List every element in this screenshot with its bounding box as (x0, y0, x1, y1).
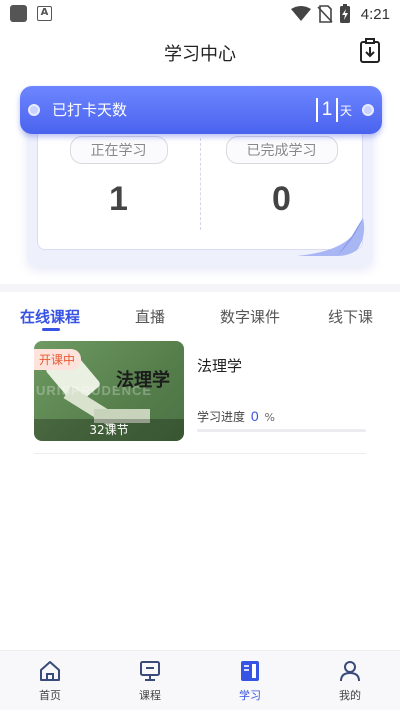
notification-square-icon (10, 5, 27, 22)
stat-studying-value: 1 (109, 180, 128, 218)
battery-charging-icon (339, 4, 350, 23)
progress-label: 学习进度 (197, 410, 246, 424)
course-list-item[interactable]: URISPRUDENCE 法理学 开课中 32课节 法理学 学习进度 0 % (34, 341, 366, 441)
course-tabs: 在线课程 直播 数字课件 线下课 (0, 298, 400, 338)
course-monitor-icon (140, 661, 160, 681)
status-icons: 4:21 (290, 4, 390, 24)
nav-item-courses[interactable]: 课程 (120, 659, 180, 703)
tab-digital-courseware[interactable]: 数字课件 (220, 306, 280, 327)
stat-completed-value: 0 (272, 180, 291, 218)
app-a-icon: A (37, 6, 52, 21)
stat-studying-label: 正在学习 (69, 136, 168, 164)
checkin-card: 正在学习 1 已完成学习 0 已打卡天数 1 天 (20, 86, 382, 276)
wifi-icon (290, 6, 311, 21)
stat-completed-label: 已完成学习 (225, 136, 338, 164)
page-curl-decoration (297, 218, 365, 256)
nav-item-home[interactable]: 首页 (20, 659, 80, 703)
course-name: 法理学 (197, 357, 243, 375)
tab-offline-courses[interactable]: 线下课 (328, 306, 373, 327)
status-bar: A 4:21 (0, 0, 400, 28)
download-icon[interactable] (358, 38, 382, 64)
nav-item-study[interactable]: 学习 (220, 659, 280, 703)
app-header: 学习中心 (0, 32, 400, 72)
nav-label-courses: 课程 (139, 689, 161, 702)
thumbnail-title: 法理学 (116, 370, 170, 391)
stat-completed[interactable]: 已完成学习 0 (200, 136, 363, 219)
home-icon (40, 661, 60, 681)
study-book-icon (241, 661, 259, 681)
course-thumbnail: URISPRUDENCE 法理学 开课中 32课节 (34, 341, 184, 441)
tab-online-courses[interactable]: 在线课程 (20, 306, 80, 327)
banner-dot-left (28, 104, 40, 116)
course-progress-text: 学习进度 0 % (197, 408, 275, 425)
course-status-badge: 开课中 (34, 349, 82, 370)
section-separator (0, 284, 400, 292)
course-lesson-count: 32课节 (34, 419, 184, 441)
progress-unit: % (264, 411, 275, 424)
checkin-banner: 已打卡天数 1 天 (20, 86, 382, 134)
tab-live[interactable]: 直播 (135, 306, 165, 327)
stat-studying[interactable]: 正在学习 1 (37, 136, 200, 219)
checkin-label: 已打卡天数 (52, 101, 128, 119)
bottom-nav: 首页 课程 学习 我的 (0, 650, 400, 710)
nav-label-profile: 我的 (339, 689, 361, 702)
progress-bar (197, 429, 366, 432)
checkin-days: 1 (316, 98, 338, 122)
nav-label-study: 学习 (239, 689, 261, 702)
progress-value: 0 (250, 408, 259, 424)
status-time: 4:21 (360, 5, 390, 23)
banner-dot-right (362, 104, 374, 116)
checkin-card-body: 正在学习 1 已完成学习 0 (27, 116, 373, 266)
user-icon (340, 661, 360, 682)
no-sim-icon (317, 5, 333, 23)
list-divider (34, 453, 366, 454)
active-tab-indicator (42, 328, 60, 331)
nav-label-home: 首页 (39, 689, 61, 702)
nav-item-profile[interactable]: 我的 (320, 659, 380, 703)
page-title: 学习中心 (164, 44, 236, 65)
checkin-days-unit: 天 (339, 104, 352, 118)
